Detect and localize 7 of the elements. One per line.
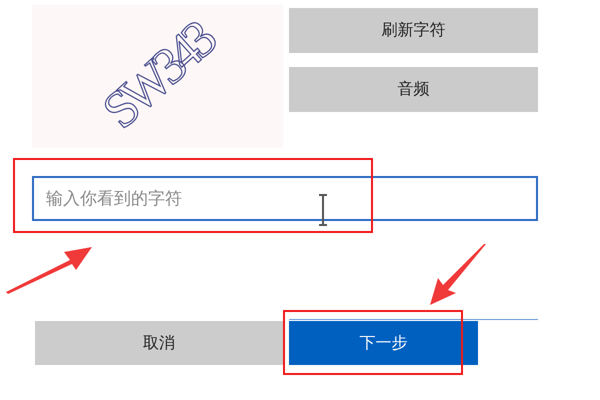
cancel-button[interactable]: 取消 (35, 321, 283, 365)
audio-button[interactable]: 音频 (289, 67, 538, 112)
refresh-button[interactable]: 刷新字符 (289, 8, 538, 53)
text-cursor-icon (318, 194, 328, 226)
annotation-arrow (430, 244, 488, 306)
next-button[interactable]: 下一步 (289, 321, 478, 365)
input-field[interactable]: 输入你看到的字符 (32, 176, 538, 221)
